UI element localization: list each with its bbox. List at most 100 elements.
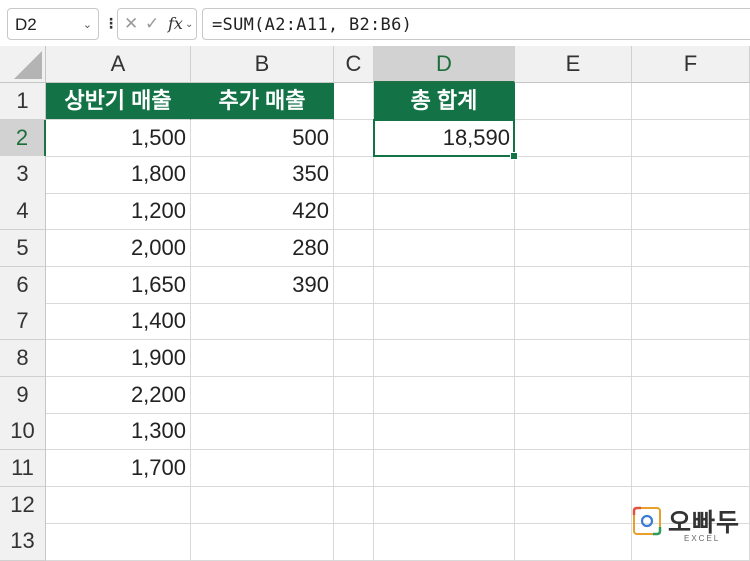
cell-c10[interactable] xyxy=(334,413,374,451)
row-header-13[interactable]: 13 xyxy=(0,523,46,561)
cell-f2[interactable] xyxy=(632,119,750,157)
cell-b8[interactable] xyxy=(191,339,334,378)
cell-e12[interactable] xyxy=(515,486,632,524)
row-header-9[interactable]: 9 xyxy=(0,376,46,414)
cell-d3[interactable] xyxy=(374,156,515,194)
cell-f9[interactable] xyxy=(632,376,750,414)
cell-d5[interactable] xyxy=(374,229,515,267)
cell-c1[interactable] xyxy=(334,83,374,121)
cell-e10[interactable] xyxy=(515,413,632,451)
cell-b5[interactable]: 280 xyxy=(191,229,334,267)
cell-c13[interactable] xyxy=(334,523,374,561)
cell-e2[interactable] xyxy=(515,119,632,157)
cell-b11[interactable] xyxy=(191,450,334,488)
cell-f7[interactable] xyxy=(632,303,750,341)
name-box[interactable]: D2 ⌄ xyxy=(7,8,99,40)
cell-e4[interactable] xyxy=(515,193,632,231)
cell-d11[interactable] xyxy=(374,450,515,488)
cell-a13[interactable] xyxy=(46,523,191,561)
cell-c12[interactable] xyxy=(334,486,374,524)
insert-function-icon[interactable]: fx xyxy=(168,14,183,33)
formula-input[interactable]: =SUM(A2:A11, B2:B6) xyxy=(202,8,750,40)
cell-a1[interactable]: 상반기 매출 xyxy=(46,83,191,121)
cell-f10[interactable] xyxy=(632,413,750,451)
cell-e9[interactable] xyxy=(515,376,632,414)
row-header-8[interactable]: 8 xyxy=(0,339,46,378)
cell-f8[interactable] xyxy=(632,339,750,378)
cell-b2[interactable]: 500 xyxy=(191,119,334,157)
cell-c6[interactable] xyxy=(334,266,374,304)
cell-c11[interactable] xyxy=(334,450,374,488)
row-header-5[interactable]: 5 xyxy=(0,229,46,267)
cell-e3[interactable] xyxy=(515,156,632,194)
cell-f3[interactable] xyxy=(632,156,750,194)
column-header-b[interactable]: B xyxy=(191,46,334,83)
cell-e1[interactable] xyxy=(515,83,632,121)
cell-b4[interactable]: 420 xyxy=(191,193,334,231)
row-header-2[interactable]: 2 xyxy=(0,119,46,157)
cell-e8[interactable] xyxy=(515,339,632,378)
column-header-f[interactable]: F xyxy=(632,46,750,83)
row-header-7[interactable]: 7 xyxy=(0,303,46,341)
row-header-3[interactable]: 3 xyxy=(0,156,46,194)
cell-b1[interactable]: 추가 매출 xyxy=(191,83,334,121)
row-header-12[interactable]: 12 xyxy=(0,486,46,524)
select-all-corner[interactable] xyxy=(0,46,46,83)
cell-b3[interactable]: 350 xyxy=(191,156,334,194)
cell-f11[interactable] xyxy=(632,450,750,488)
cell-a6[interactable]: 1,650 xyxy=(46,266,191,304)
column-header-e[interactable]: E xyxy=(515,46,632,83)
cell-d4[interactable] xyxy=(374,193,515,231)
cell-d9[interactable] xyxy=(374,376,515,414)
cancel-icon[interactable]: ✕ xyxy=(124,14,138,34)
enter-check-icon[interactable]: ✓ xyxy=(145,14,159,34)
cell-d13[interactable] xyxy=(374,523,515,561)
cell-a12[interactable] xyxy=(46,486,191,524)
cell-b7[interactable] xyxy=(191,303,334,341)
cell-c8[interactable] xyxy=(334,339,374,378)
row-header-10[interactable]: 10 xyxy=(0,413,46,451)
cell-b12[interactable] xyxy=(191,486,334,524)
cell-c2[interactable] xyxy=(334,119,374,157)
cell-c5[interactable] xyxy=(334,229,374,267)
column-header-d[interactable]: D xyxy=(374,46,515,83)
cell-a11[interactable]: 1,700 xyxy=(46,450,191,488)
row-header-11[interactable]: 11 xyxy=(0,450,46,488)
cell-a8[interactable]: 1,900 xyxy=(46,339,191,378)
cell-b10[interactable] xyxy=(191,413,334,451)
chevron-down-icon[interactable]: ⌄ xyxy=(185,19,193,30)
cell-a10[interactable]: 1,300 xyxy=(46,413,191,451)
cell-d8[interactable] xyxy=(374,339,515,378)
cell-e13[interactable] xyxy=(515,523,632,561)
row-header-6[interactable]: 6 xyxy=(0,266,46,304)
cell-d6[interactable] xyxy=(374,266,515,304)
cell-c9[interactable] xyxy=(334,376,374,414)
cell-f4[interactable] xyxy=(632,193,750,231)
cell-d12[interactable] xyxy=(374,486,515,524)
cell-a3[interactable]: 1,800 xyxy=(46,156,191,194)
cell-d7[interactable] xyxy=(374,303,515,341)
chevron-down-icon[interactable]: ⌄ xyxy=(83,18,92,31)
cell-e6[interactable] xyxy=(515,266,632,304)
column-header-c[interactable]: C xyxy=(334,46,374,83)
fill-handle[interactable] xyxy=(510,151,518,160)
row-header-4[interactable]: 4 xyxy=(0,193,46,231)
cell-d2[interactable]: 18,590 xyxy=(374,119,515,157)
cell-a7[interactable]: 1,400 xyxy=(46,303,191,341)
cell-a5[interactable]: 2,000 xyxy=(46,229,191,267)
cell-d1[interactable]: 총 합계 xyxy=(374,83,515,121)
cell-c3[interactable] xyxy=(334,156,374,194)
cell-b13[interactable] xyxy=(191,523,334,561)
cell-c4[interactable] xyxy=(334,193,374,231)
row-header-1[interactable]: 1 xyxy=(0,83,46,121)
cell-a4[interactable]: 1,200 xyxy=(46,193,191,231)
column-header-a[interactable]: A xyxy=(46,46,191,83)
cell-d10[interactable] xyxy=(374,413,515,451)
cell-b9[interactable] xyxy=(191,376,334,414)
more-options-icon[interactable]: ⋮ xyxy=(104,12,118,34)
cell-e7[interactable] xyxy=(515,303,632,341)
cell-f6[interactable] xyxy=(632,266,750,304)
cell-a2[interactable]: 1,500 xyxy=(46,119,191,157)
cell-c7[interactable] xyxy=(334,303,374,341)
cell-e5[interactable] xyxy=(515,229,632,267)
